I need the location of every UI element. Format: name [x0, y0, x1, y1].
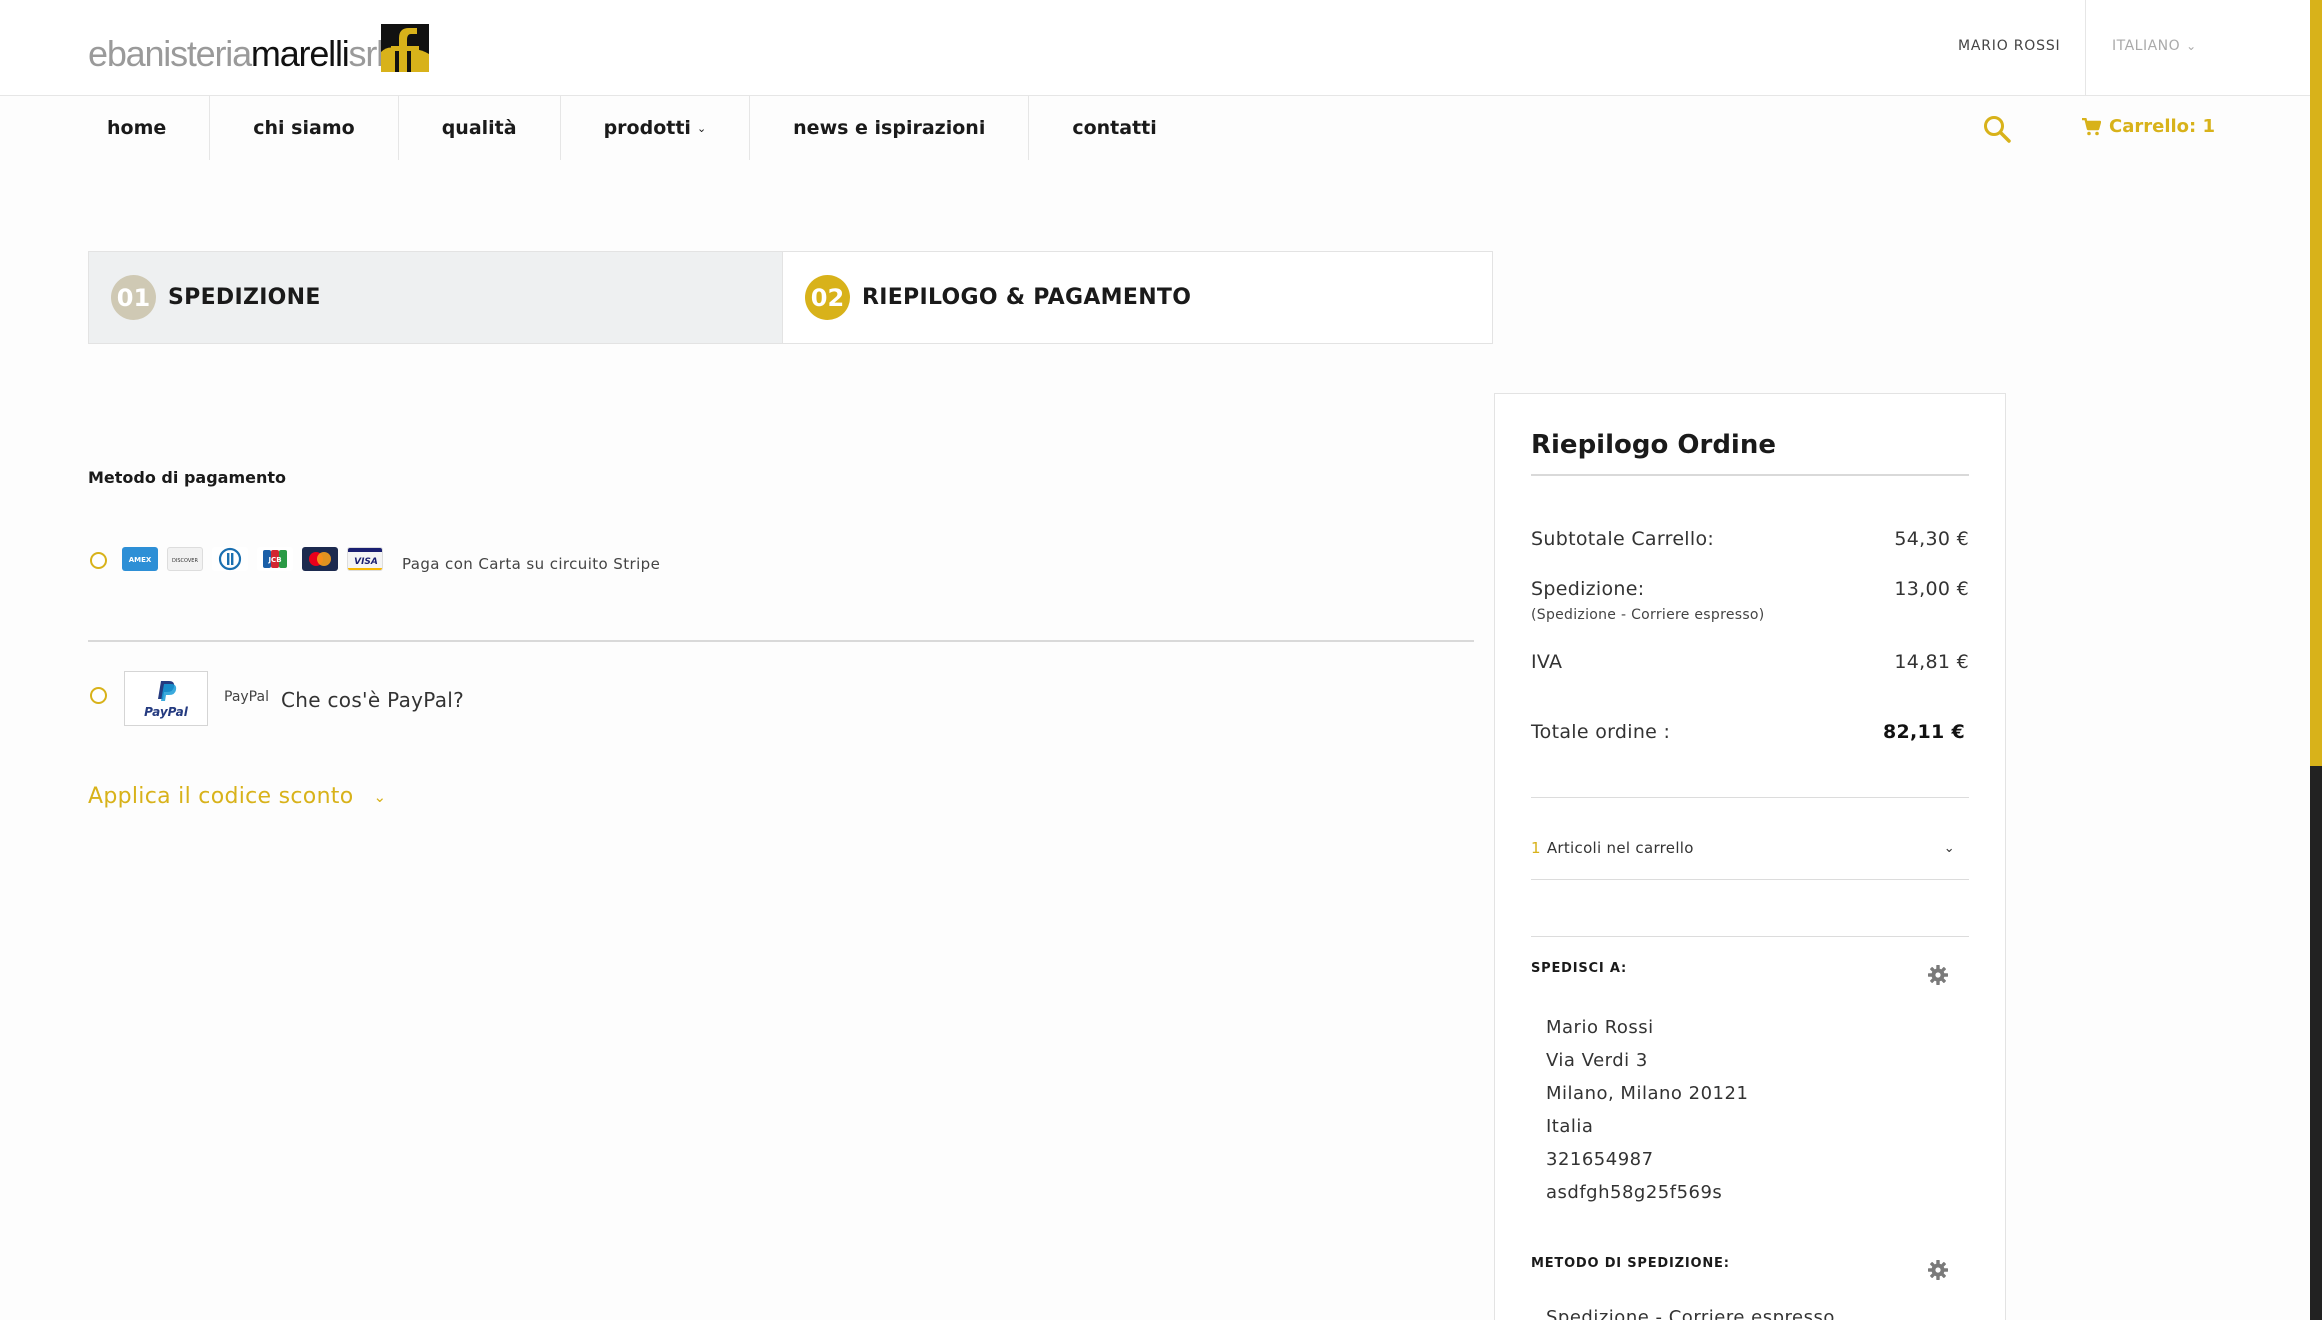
iva-label: IVA — [1531, 651, 1563, 673]
coupon-label: Applica il codice sconto — [88, 784, 354, 809]
header-divider — [2085, 0, 2086, 96]
logo-text-marelli: marelli — [250, 33, 350, 74]
chevron-down-icon: ⌄ — [1943, 840, 1955, 856]
address-country: Italia — [1546, 1116, 1594, 1137]
subtotal-label: Subtotale Carrello: — [1531, 528, 1715, 550]
what-is-paypal-link[interactable]: Che cos'è PayPal? — [281, 688, 464, 712]
stripe-radio[interactable] — [90, 552, 107, 569]
language-selector[interactable]: ITALIANO ⌄ — [2112, 38, 2197, 54]
card-logos: AMEX DISCOVER JCB VISA — [122, 547, 383, 571]
site-logo[interactable]: ebanisteriamarellisrl — [88, 22, 429, 74]
order-summary: Riepilogo Ordine Subtotale Carrello: 54,… — [1494, 393, 2006, 1320]
address-phone: 321654987 — [1546, 1149, 1654, 1170]
step-number: 01 — [111, 275, 156, 320]
total-label: Totale ordine : — [1531, 721, 1671, 743]
shipping-method-title: METODO DI SPEDIZIONE: — [1531, 1256, 1730, 1271]
payment-divider — [88, 640, 1474, 642]
edit-address-gear-icon[interactable] — [1927, 964, 1949, 986]
summary-divider — [1531, 879, 1969, 880]
paypal-logo-text: PayPal — [144, 704, 188, 719]
iva-value: 14,81 € — [1894, 651, 1969, 673]
nav-item-label: news e ispirazioni — [793, 117, 986, 139]
top-bar: ebanisteriamarellisrl MARIO ROSSI ITALIA… — [0, 0, 2322, 96]
paypal-radio[interactable] — [90, 687, 107, 704]
logo-text-srl: srl — [348, 33, 385, 74]
address-city: Milano, Milano 20121 — [1546, 1083, 1749, 1104]
mastercard-card-icon — [302, 547, 338, 571]
items-count: 1 — [1531, 839, 1541, 857]
nav-item-label: prodotti — [603, 117, 691, 139]
chevron-down-icon: ⌄ — [2186, 39, 2197, 53]
main-nav: home chi siamo qualità prodotti ⌄ news e … — [88, 96, 1200, 160]
svg-text:JCB: JCB — [267, 556, 281, 564]
shipping-label: Spedizione: — [1531, 578, 1645, 600]
step-number: 02 — [805, 275, 850, 320]
total-value: 82,11 € — [1882, 721, 1965, 743]
payment-method-title: Metodo di pagamento — [88, 468, 286, 487]
cart-label: Carrello: 1 — [2109, 116, 2216, 137]
ship-to-title: SPEDISCI A: — [1531, 961, 1627, 976]
nav-item-chi-siamo[interactable]: chi siamo — [210, 96, 399, 160]
amex-card-icon: AMEX — [122, 547, 158, 571]
shipping-method-note: (Spedizione - Corriere espresso) — [1531, 607, 1765, 623]
address-street: Via Verdi 3 — [1546, 1050, 1648, 1071]
paypal-label: PayPal — [224, 689, 269, 705]
nav-item-prodotti[interactable]: prodotti ⌄ — [561, 96, 751, 160]
nav-item-label: chi siamo — [253, 117, 355, 139]
step-summary-payment: 02 RIEPILOGO & PAGAMENTO — [782, 252, 1492, 343]
cart-items-toggle[interactable]: 1 Articoli nel carrello ⌄ — [1531, 839, 1969, 857]
summary-divider — [1531, 936, 1969, 937]
address-name: Mario Rossi — [1546, 1017, 1654, 1038]
paypal-logo: PayPal — [124, 671, 208, 726]
svg-text:AMEX: AMEX — [129, 556, 152, 564]
stripe-payment-label[interactable]: Paga con Carta su circuito Stripe — [402, 555, 660, 573]
jcb-card-icon: JCB — [257, 547, 293, 571]
nav-item-label: home — [107, 117, 167, 139]
subtotal-value: 54,30 € — [1894, 528, 1969, 550]
shipping-method-value: Spedizione - Corriere espresso — [1546, 1307, 1835, 1320]
svg-text:VISA: VISA — [354, 557, 378, 567]
logo-text: ebanisteriamarellisrl — [88, 33, 385, 74]
discover-card-icon: DISCOVER — [167, 547, 203, 571]
nav-item-contatti[interactable]: contatti — [1029, 96, 1199, 160]
title-divider — [1531, 474, 1969, 476]
shipping-value: 13,00 € — [1894, 578, 1969, 600]
apply-coupon-toggle[interactable]: Applica il codice sconto ⌄ — [88, 784, 386, 809]
chevron-down-icon: ⌄ — [696, 121, 707, 135]
paypal-icon — [158, 680, 177, 701]
step-label: RIEPILOGO & PAGAMENTO — [862, 285, 1192, 310]
step-label: SPEDIZIONE — [168, 285, 321, 310]
diners-card-icon — [212, 547, 248, 571]
edit-shipping-gear-icon[interactable] — [1927, 1259, 1949, 1281]
visa-card-icon: VISA — [347, 547, 383, 571]
scrollbar-thumb[interactable] — [2310, 0, 2322, 766]
svg-text:DISCOVER: DISCOVER — [172, 558, 198, 564]
summary-divider — [1531, 797, 1969, 798]
cart-icon — [2082, 117, 2101, 135]
nav-item-home[interactable]: home — [88, 96, 211, 160]
nav-item-news[interactable]: news e ispirazioni — [750, 96, 1030, 160]
address-extra: asdfgh58g25f569s — [1546, 1182, 1723, 1203]
nav-item-label: contatti — [1072, 117, 1157, 139]
user-account-link[interactable]: MARIO ROSSI — [1958, 38, 2060, 54]
logo-text-ebanisteria: ebanisteria — [88, 33, 252, 74]
logo-mark-icon — [380, 24, 429, 72]
cart-link[interactable]: Carrello: 1 — [2082, 116, 2215, 137]
nav-item-label: qualità — [441, 117, 517, 139]
order-summary-title: Riepilogo Ordine — [1531, 430, 1776, 460]
search-icon[interactable] — [1982, 114, 2012, 144]
items-label: Articoli nel carrello — [1546, 839, 1694, 857]
chevron-down-icon: ⌄ — [373, 787, 387, 806]
nav-item-qualita[interactable]: qualità — [399, 96, 561, 160]
shipping-address: Mario Rossi Via Verdi 3 Milano, Milano 2… — [1546, 1011, 1748, 1209]
language-label: ITALIANO — [2112, 38, 2181, 54]
checkout-steps: 01 SPEDIZIONE 02 RIEPILOGO & PAGAMENTO — [88, 251, 1493, 344]
step-shipping[interactable]: 01 SPEDIZIONE — [89, 252, 782, 343]
